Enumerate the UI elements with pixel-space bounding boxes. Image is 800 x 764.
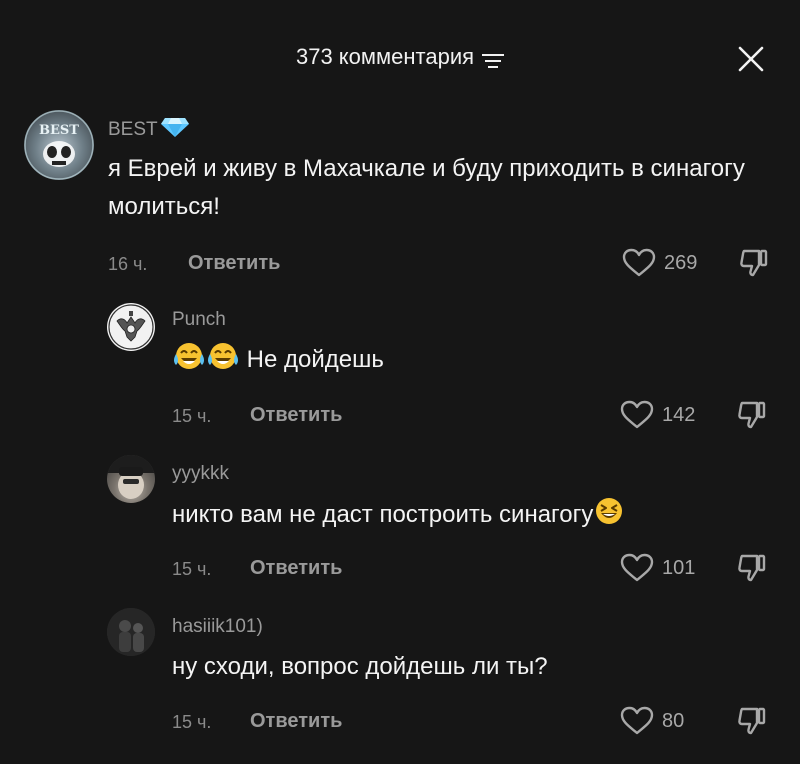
heart-icon — [620, 400, 654, 429]
comment-text-row: никто вам не даст построить синагогу — [172, 496, 782, 538]
close-icon[interactable] — [736, 44, 766, 74]
like-button[interactable]: 269 — [622, 248, 697, 278]
like-count: 80 — [662, 709, 685, 732]
comment-username[interactable]: Punch — [172, 309, 226, 331]
comments-title[interactable]: 373 комментария — [0, 44, 800, 70]
avatar-logo-text: BEST — [39, 123, 79, 138]
reply-button[interactable]: Ответить — [250, 557, 342, 580]
like-button[interactable]: 142 — [620, 400, 695, 430]
avatar-photo-image — [107, 608, 155, 656]
reply-button[interactable]: Ответить — [188, 252, 280, 275]
comment-text: ну сходи, вопрос дойдешь ли ты? — [172, 653, 548, 680]
comment-text: я Еврей и живу в Махачкале и буду приход… — [108, 155, 745, 220]
like-button[interactable]: 80 — [620, 706, 684, 736]
comment-username[interactable]: yyykkk — [172, 463, 229, 485]
avatar-photo-image — [107, 455, 155, 499]
dislike-icon[interactable] — [736, 552, 768, 584]
heart-icon — [620, 706, 654, 735]
comment-text: Не дойдешь — [246, 346, 384, 373]
comment-username[interactable]: BEST — [108, 116, 190, 144]
filter-lines-icon[interactable] — [482, 49, 505, 68]
comment-username[interactable]: hasiiik101) — [172, 616, 263, 638]
dislike-icon[interactable] — [738, 247, 770, 279]
avatar[interactable] — [107, 455, 155, 503]
comment-time: 16 ч. — [108, 254, 148, 274]
heart-icon — [622, 248, 656, 277]
dislike-icon[interactable] — [736, 399, 768, 431]
comment-text: никто вам не даст построить синагогу — [172, 501, 594, 528]
avatar-best-image: BEST — [24, 110, 94, 180]
avatar[interactable] — [107, 608, 155, 656]
reply-button[interactable]: Ответить — [250, 710, 342, 733]
heart-icon — [620, 553, 654, 582]
avatar[interactable] — [107, 303, 155, 351]
comments-count: 373 комментария — [295, 44, 475, 69]
comments-header: 373 комментария — [0, 0, 800, 120]
diamond-icon — [160, 116, 190, 144]
comment-time: 15 ч. — [172, 712, 212, 732]
comment-text-row: Не дойдешь — [172, 341, 772, 383]
crying-laughing-emoji — [206, 341, 240, 383]
reply-button[interactable]: Ответить — [250, 404, 342, 427]
like-count: 142 — [662, 403, 696, 426]
like-count: 101 — [662, 556, 696, 579]
crying-laughing-emoji — [172, 341, 206, 383]
dislike-icon[interactable] — [736, 705, 768, 737]
eagle-emblem-icon — [108, 304, 154, 350]
like-button[interactable]: 101 — [620, 553, 695, 583]
squinting-laughing-emoji — [593, 496, 625, 538]
avatar[interactable]: BEST — [24, 110, 94, 180]
comment-time: 15 ч. — [172, 559, 212, 579]
like-count: 269 — [664, 251, 698, 274]
comment-time: 15 ч. — [172, 406, 212, 426]
